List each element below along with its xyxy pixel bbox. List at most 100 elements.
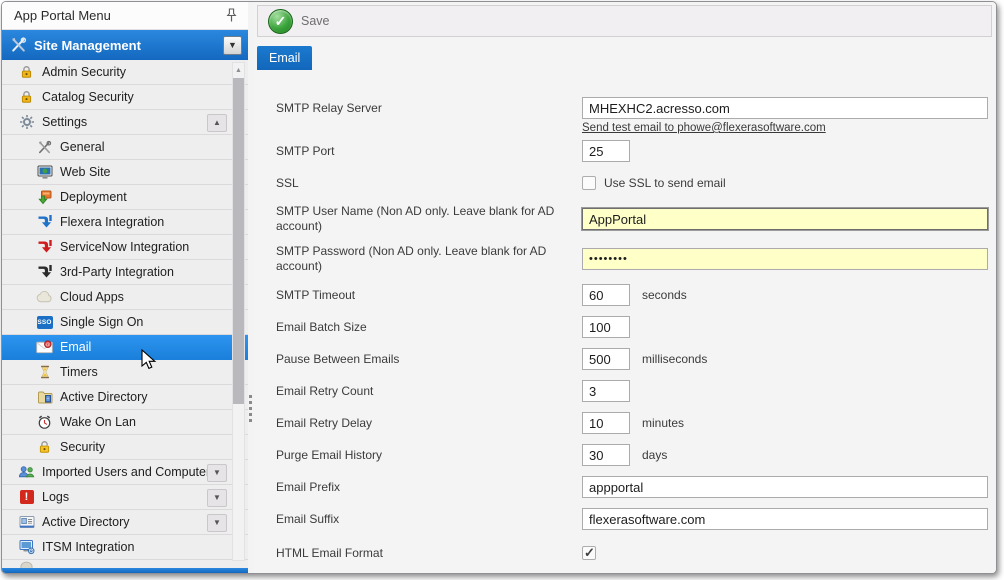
sidebar-item-cloud-apps[interactable]: Cloud Apps — [2, 285, 248, 310]
field-label: SSL — [276, 176, 582, 191]
send-test-email-link[interactable]: Send test email to phowe@flexerasoftware… — [582, 122, 988, 134]
tab-email[interactable]: Email — [257, 46, 312, 70]
purge-email-history-input[interactable] — [582, 444, 630, 466]
ssl-checkbox-label: Use SSL to send email — [604, 176, 726, 190]
email-prefix-input[interactable] — [582, 476, 988, 498]
sidebar-item-web-site[interactable]: Web Site — [2, 160, 248, 185]
sidebar-item-label: Flexera Integration — [60, 215, 164, 229]
save-button[interactable]: ✓ Save — [266, 7, 340, 36]
sidebar-item-catalog-security[interactable]: Catalog Security — [2, 85, 248, 110]
sidebar-scrollbar[interactable]: ▲ — [232, 62, 245, 561]
form-row-retry-delay: Email Retry Delay minutes — [276, 412, 984, 434]
unit-label: days — [642, 448, 667, 462]
splitter-grip[interactable] — [249, 395, 252, 422]
field-label: SMTP Relay Server — [276, 97, 582, 119]
sidebar-item-general[interactable]: General — [2, 135, 248, 160]
sidebar-item-label: Security — [60, 440, 105, 454]
sidebar-item-label: Deployment — [60, 190, 127, 204]
email-retry-delay-input[interactable] — [582, 412, 630, 434]
smtp-username-input[interactable] — [582, 208, 988, 230]
field-label: HTML Email Format — [276, 546, 582, 561]
users-icon — [18, 464, 35, 481]
html-email-format-checkbox[interactable] — [582, 546, 596, 560]
sidebar-item-email[interactable]: @ Email — [2, 335, 248, 360]
sidebar-scrollbar-thumb[interactable] — [233, 78, 244, 404]
sidebar-item-partial[interactable] — [2, 560, 248, 568]
field-label: Email Retry Delay — [276, 416, 582, 431]
pause-between-emails-input[interactable] — [582, 348, 630, 370]
contact-card-icon — [18, 514, 35, 531]
sidebar-item-deployment[interactable]: Deployment — [2, 185, 248, 210]
sidebar-item-logs[interactable]: ! Logs ▼ — [2, 485, 248, 510]
smtp-relay-server-input[interactable] — [582, 97, 988, 119]
sidebar-item-label: Catalog Security — [42, 90, 134, 104]
field-label: Email Retry Count — [276, 384, 582, 399]
email-batch-size-input[interactable] — [582, 316, 630, 338]
form-row-batch-size: Email Batch Size — [276, 316, 984, 338]
web-monitor-icon — [36, 164, 53, 181]
app-window: App Portal Menu Site Management ▼ Admin … — [1, 1, 997, 574]
sidebar-item-label: Logs — [42, 490, 69, 504]
scrollbar-up-arrow-icon[interactable]: ▲ — [233, 63, 244, 77]
field-label: Enable Custom User View (vCustomUser) fo… — [276, 573, 582, 574]
sidebar-item-single-sign-on[interactable]: SSO Single Sign On — [2, 310, 248, 335]
sidebar-item-label: Email — [60, 340, 91, 354]
sidebar-item-active-directory-settings[interactable]: Active Directory — [2, 385, 248, 410]
svg-text:⚙: ⚙ — [28, 547, 34, 555]
sidebar: App Portal Menu Site Management ▼ Admin … — [2, 2, 249, 573]
smtp-password-input[interactable] — [582, 248, 988, 270]
form-row-smtp-port: SMTP Port — [276, 140, 984, 162]
field-label: Pause Between Emails — [276, 352, 582, 367]
sidebar-item-label: 3rd-Party Integration — [60, 265, 174, 279]
sidebar-list: Admin Security Catalog Security Settings… — [2, 60, 248, 573]
smtp-timeout-input[interactable] — [582, 284, 630, 306]
unknown-partial-icon — [18, 560, 35, 568]
sidebar-group-site-management[interactable]: Site Management ▼ — [2, 30, 248, 60]
field-label: SMTP User Name (Non AD only. Leave blank… — [276, 204, 582, 234]
gear-icon — [18, 114, 35, 131]
logs-expand-button[interactable]: ▼ — [207, 489, 227, 507]
sidebar-item-settings[interactable]: Settings ▲ — [2, 110, 248, 135]
sidebar-item-security[interactable]: Security — [2, 435, 248, 460]
sidebar-item-3rd-party-integration[interactable]: 3rd-Party Integration — [2, 260, 248, 285]
sidebar-item-active-directory-group[interactable]: Active Directory ▼ — [2, 510, 248, 535]
sidebar-item-label: Settings — [42, 115, 87, 129]
sidebar-item-timers[interactable]: Timers — [2, 360, 248, 385]
sidebar-item-servicenow-integration[interactable]: ServiceNow Integration — [2, 235, 248, 260]
sidebar-item-wake-on-lan[interactable]: Wake On Lan — [2, 410, 248, 435]
email-retry-count-input[interactable] — [582, 380, 630, 402]
settings-collapse-button[interactable]: ▲ — [207, 114, 227, 132]
form-row-html-format: HTML Email Format — [276, 542, 984, 564]
sidebar-item-flexera-integration[interactable]: Flexera Integration — [2, 210, 248, 235]
field-label: SMTP Password (Non AD only. Leave blank … — [276, 244, 582, 274]
sidebar-item-label: Active Directory — [60, 390, 148, 404]
sidebar-group-label: Site Management — [34, 38, 216, 53]
sidebar-item-label: Cloud Apps — [60, 290, 124, 304]
email-suffix-input[interactable] — [582, 508, 988, 530]
form-row-ssl: SSL Use SSL to send email — [276, 172, 984, 194]
alarm-clock-icon — [36, 414, 53, 431]
form-row-smtp-relay: SMTP Relay Server Send test email to pho… — [276, 97, 984, 134]
sidebar-item-imported-users-and-computers[interactable]: Imported Users and Computers ▼ — [2, 460, 248, 485]
form-row-purge-history: Purge Email History days — [276, 444, 984, 466]
form-row-smtp-password: SMTP Password (Non AD only. Leave blank … — [276, 244, 984, 274]
ssl-checkbox[interactable] — [582, 176, 596, 190]
group-collapse-button[interactable]: ▼ — [223, 36, 242, 55]
field-label: Purge Email History — [276, 448, 582, 463]
sidebar-item-admin-security[interactable]: Admin Security — [2, 60, 248, 85]
sidebar-item-label: ITSM Integration — [42, 540, 134, 554]
field-label: SMTP Timeout — [276, 288, 582, 303]
smtp-port-input[interactable] — [582, 140, 630, 162]
next-group-header-partial — [2, 568, 248, 573]
pin-icon[interactable] — [223, 7, 240, 24]
import-arrow-blue-icon — [36, 214, 53, 231]
form-row-retry-count: Email Retry Count — [276, 380, 984, 402]
save-button-label: Save — [301, 14, 330, 28]
sidebar-item-label: Single Sign On — [60, 315, 143, 329]
form-row-custom-user-view: Enable Custom User View (vCustomUser) fo… — [276, 573, 984, 574]
sso-badge-icon: SSO — [36, 314, 53, 331]
active-directory-expand-button[interactable]: ▼ — [207, 514, 227, 532]
sidebar-item-itsm-integration[interactable]: ⚙ ITSM Integration — [2, 535, 248, 560]
red-exclamation-icon: ! — [18, 489, 35, 506]
imported-users-expand-button[interactable]: ▼ — [207, 464, 227, 482]
